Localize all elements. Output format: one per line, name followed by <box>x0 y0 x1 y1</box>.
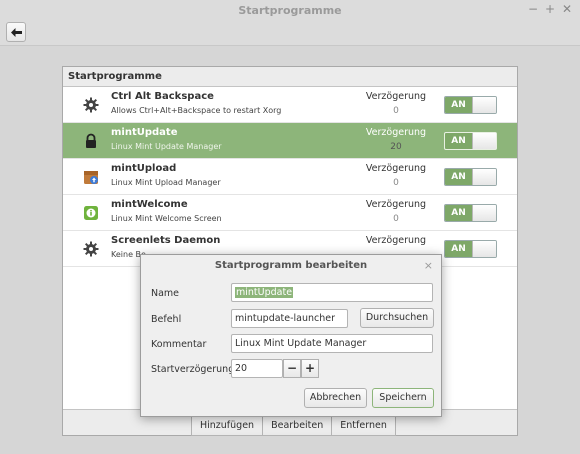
close-window-button[interactable]: ✕ <box>560 2 574 16</box>
delay-value: 20 <box>390 142 402 152</box>
command-field[interactable]: mintupdate-launcher <box>231 309 348 328</box>
maximize-button[interactable]: + <box>543 2 557 16</box>
delay-label: Verzögerung <box>365 163 427 174</box>
enable-toggle[interactable]: AN <box>444 168 497 186</box>
delay-label: Verzögerung <box>365 235 427 246</box>
toggle-state: AN <box>445 133 472 149</box>
panel-header: Startprogramme <box>63 67 517 87</box>
gear-icon <box>83 97 99 113</box>
toolbar <box>0 20 580 46</box>
title-bar: Startprogramme − + ✕ <box>0 0 580 20</box>
dialog-title: Startprogramm bearbeiten <box>214 260 368 271</box>
item-description: Linux Mint Upload Manager <box>111 178 221 187</box>
comment-label: Kommentar <box>151 339 207 350</box>
delay-value: 0 <box>393 178 399 188</box>
info-icon <box>84 206 98 220</box>
decrement-button[interactable]: − <box>283 359 301 378</box>
enable-toggle[interactable]: AN <box>444 96 497 114</box>
lock-icon <box>86 133 96 148</box>
delay-label: Verzögerung <box>365 127 427 138</box>
edit-button[interactable]: Bearbeiten <box>263 415 333 436</box>
delay-value: 0 <box>393 214 399 224</box>
item-description: Linux Mint Update Manager <box>111 142 222 151</box>
edit-startup-dialog: Startprogramm bearbeiten × Name mintUpda… <box>140 254 442 417</box>
start-delay-field[interactable]: 20 <box>231 359 283 378</box>
list-item[interactable]: Ctrl Alt Backspace Allows Ctrl+Alt+Backs… <box>63 87 517 123</box>
list-item-selected[interactable]: mintUpdate Linux Mint Update Manager Ver… <box>63 123 517 159</box>
upload-box-icon <box>84 171 98 184</box>
enable-toggle[interactable]: AN <box>444 204 497 222</box>
delay-label: Verzögerung <box>365 199 427 210</box>
browse-button[interactable]: Durchsuchen ... <box>360 308 434 341</box>
start-delay-label: Startverzögerung <box>151 364 235 375</box>
toggle-state: AN <box>445 241 472 257</box>
gear-icon <box>83 241 99 257</box>
list-item[interactable]: mintWelcome Linux Mint Welcome Screen Ve… <box>63 195 517 231</box>
delay-label: Verzögerung <box>365 91 427 102</box>
toggle-state: AN <box>445 205 472 221</box>
list-item[interactable]: mintUpload Linux Mint Upload Manager Ver… <box>63 159 517 195</box>
window-title: Startprogramme <box>238 4 342 17</box>
toggle-knob <box>472 205 496 221</box>
item-name: Ctrl Alt Backspace <box>111 91 214 102</box>
toggle-knob <box>472 169 496 185</box>
name-value: mintUpdate <box>235 287 294 298</box>
toggle-knob <box>472 241 496 257</box>
cancel-button[interactable]: Abbrechen <box>304 388 367 408</box>
item-name: mintUpload <box>111 163 177 174</box>
toggle-state: AN <box>445 97 472 113</box>
name-label: Name <box>151 288 180 299</box>
delay-value: 0 <box>393 106 399 116</box>
item-description: Allows Ctrl+Alt+Backspace to restart Xor… <box>111 106 282 115</box>
minimize-button[interactable]: − <box>526 2 540 16</box>
item-name: mintWelcome <box>111 199 188 210</box>
enable-toggle[interactable]: AN <box>444 132 497 150</box>
item-name: mintUpdate <box>111 127 178 138</box>
add-button[interactable]: Hinzufügen <box>191 415 264 436</box>
command-label: Befehl <box>151 314 182 325</box>
save-button[interactable]: Speichern <box>372 388 434 408</box>
toggle-knob <box>472 133 496 149</box>
remove-button[interactable]: Entfernen <box>332 415 396 436</box>
name-field[interactable]: mintUpdate <box>231 283 433 302</box>
action-button-group: Hinzufügen Bearbeiten Entfernen <box>191 415 396 436</box>
toggle-knob <box>472 97 496 113</box>
item-description: Linux Mint Welcome Screen <box>111 214 222 223</box>
toggle-state: AN <box>445 169 472 185</box>
back-arrow-icon <box>11 28 22 37</box>
item-name: Screenlets Daemon <box>111 235 221 246</box>
increment-button[interactable]: + <box>301 359 319 378</box>
enable-toggle[interactable]: AN <box>444 240 497 258</box>
comment-field[interactable]: Linux Mint Update Manager <box>231 334 433 353</box>
back-button[interactable] <box>6 22 26 42</box>
close-icon[interactable]: × <box>424 259 433 272</box>
